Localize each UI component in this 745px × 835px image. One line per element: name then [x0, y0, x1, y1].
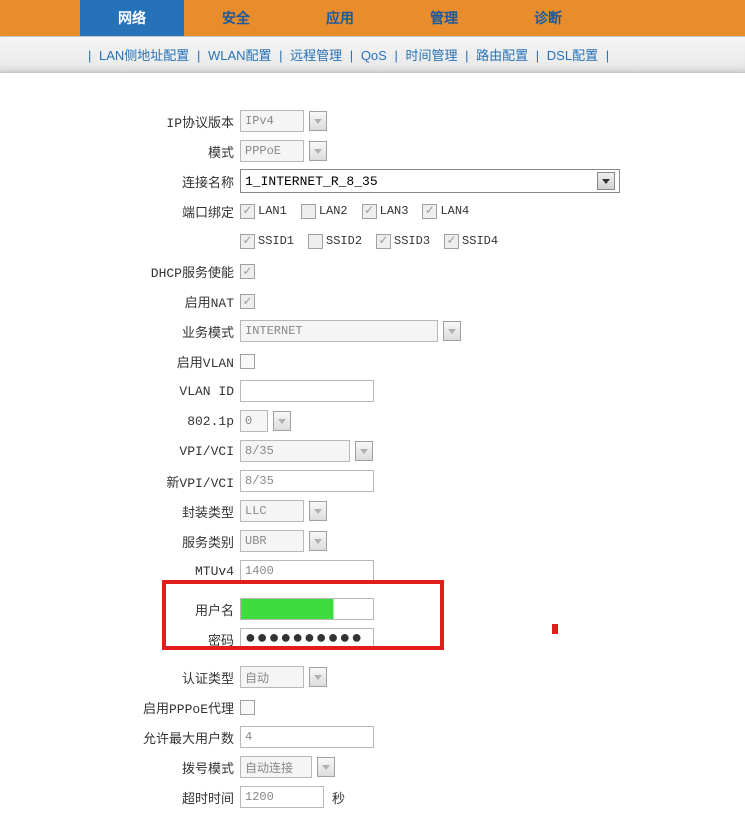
dropdown-icon[interactable] — [317, 757, 335, 777]
dropdown-icon[interactable] — [309, 531, 327, 551]
select-ip-version[interactable]: IPv4 — [240, 110, 304, 132]
subnav-route[interactable]: 路由配置 — [476, 48, 528, 63]
label-nat: 启用NAT — [0, 292, 240, 311]
checkbox-lan2[interactable] — [301, 204, 316, 219]
label-vlan: 启用VLAN — [0, 352, 240, 371]
separator: | — [536, 48, 539, 63]
label-pwd: 密码 — [0, 630, 240, 649]
label-lan2: LAN2 — [319, 204, 348, 218]
separator: | — [350, 48, 353, 63]
label-mtu: MTUv4 — [0, 564, 240, 579]
dropdown-icon[interactable] — [355, 441, 373, 461]
top-nav: 网络 安全 应用 管理 诊断 — [0, 0, 745, 36]
subnav-wlan[interactable]: WLAN配置 — [208, 48, 272, 63]
label-user: 用户名 — [0, 600, 240, 619]
subnav-qos[interactable]: QoS — [361, 48, 387, 63]
label-dhcp: DHCP服务使能 — [0, 262, 240, 281]
label-encap: 封装类型 — [0, 502, 240, 521]
label-8021p: 802.1p — [0, 414, 240, 429]
checkbox-dhcp[interactable] — [240, 264, 255, 279]
label-ssid1: SSID1 — [258, 234, 294, 248]
label-lan4: LAN4 — [440, 204, 469, 218]
input-mtu[interactable] — [240, 560, 374, 582]
input-new-vpi-vci[interactable] — [240, 470, 374, 492]
label-mode: 模式 — [0, 142, 240, 161]
label-vlan-id: VLAN ID — [0, 384, 240, 399]
select-svc-cat[interactable]: UBR — [240, 530, 304, 552]
subnav-dsl[interactable]: DSL配置 — [547, 48, 598, 63]
label-new-vpi-vci: 新VPI/VCI — [0, 472, 240, 491]
separator: | — [394, 48, 397, 63]
label-ssid3: SSID3 — [394, 234, 430, 248]
form-area: IP协议版本 IPv4 模式 PPPoE 连接名称 1_INTERNET_R_8… — [0, 73, 745, 835]
checkbox-ssid4[interactable] — [444, 234, 459, 249]
separator: | — [606, 48, 609, 63]
label-svc-cat: 服务类别 — [0, 532, 240, 551]
checkbox-ssid2[interactable] — [308, 234, 323, 249]
checkbox-lan3[interactable] — [362, 204, 377, 219]
checkbox-lan4[interactable] — [422, 204, 437, 219]
conn-name-value: 1_INTERNET_R_8_35 — [245, 174, 378, 189]
subnav-remote[interactable]: 远程管理 — [290, 48, 342, 63]
unit-seconds: 秒 — [332, 788, 345, 807]
checkbox-nat[interactable] — [240, 294, 255, 309]
tab-app[interactable]: 应用 — [288, 0, 392, 36]
tab-network[interactable]: 网络 — [80, 0, 184, 36]
subnav-time[interactable]: 时间管理 — [405, 48, 457, 63]
select-auth[interactable]: 自动 — [240, 666, 304, 688]
input-pwd[interactable]: ●●●●●●●●●● — [240, 628, 374, 650]
label-vpi-vci: VPI/VCI — [0, 444, 240, 459]
label-lan3: LAN3 — [380, 204, 409, 218]
input-vlan-id[interactable] — [240, 380, 374, 402]
input-user[interactable] — [240, 598, 374, 620]
select-dial-mode[interactable]: 自动连接 — [240, 756, 312, 778]
checkbox-ssid1[interactable] — [240, 234, 255, 249]
dropdown-icon[interactable] — [597, 172, 615, 190]
separator: | — [88, 48, 91, 63]
input-max-users[interactable] — [240, 726, 374, 748]
checkbox-lan1[interactable] — [240, 204, 255, 219]
dropdown-icon[interactable] — [309, 667, 327, 687]
select-mode[interactable]: PPPoE — [240, 140, 304, 162]
label-lan1: LAN1 — [258, 204, 287, 218]
subnav-lan[interactable]: LAN侧地址配置 — [99, 48, 189, 63]
tab-security[interactable]: 安全 — [184, 0, 288, 36]
label-ssid2: SSID2 — [326, 234, 362, 248]
select-8021p[interactable]: 0 — [240, 410, 268, 432]
label-dial-mode: 拨号模式 — [0, 758, 240, 777]
input-timeout[interactable] — [240, 786, 324, 808]
tab-manage[interactable]: 管理 — [392, 0, 496, 36]
checkbox-vlan[interactable] — [240, 354, 255, 369]
label-port-bind: 端口绑定 — [0, 202, 240, 221]
dropdown-icon[interactable] — [309, 111, 327, 131]
label-ip-version: IP协议版本 — [0, 112, 240, 131]
select-conn-name[interactable]: 1_INTERNET_R_8_35 — [240, 169, 620, 193]
checkbox-ssid3[interactable] — [376, 234, 391, 249]
tab-diag[interactable]: 诊断 — [496, 0, 600, 36]
label-svc-mode: 业务模式 — [0, 322, 240, 341]
separator: | — [465, 48, 468, 63]
sub-nav: | LAN侧地址配置 | WLAN配置 | 远程管理 | QoS | 时间管理 … — [0, 36, 745, 73]
separator: | — [279, 48, 282, 63]
checkbox-pppoe-proxy[interactable] — [240, 700, 255, 715]
dropdown-icon[interactable] — [309, 501, 327, 521]
select-svc-mode[interactable]: INTERNET — [240, 320, 438, 342]
label-pppoe-proxy: 启用PPPoE代理 — [0, 698, 240, 717]
separator: | — [197, 48, 200, 63]
label-auth: 认证类型 — [0, 668, 240, 687]
label-ssid4: SSID4 — [462, 234, 498, 248]
select-vpi-vci[interactable]: 8/35 — [240, 440, 350, 462]
dropdown-icon[interactable] — [443, 321, 461, 341]
dropdown-icon[interactable] — [309, 141, 327, 161]
red-marker — [552, 624, 558, 634]
dropdown-icon[interactable] — [273, 411, 291, 431]
select-encap[interactable]: LLC — [240, 500, 304, 522]
label-max-users: 允许最大用户数 — [0, 728, 240, 747]
label-conn-name: 连接名称 — [0, 172, 240, 191]
label-timeout: 超时时间 — [0, 788, 240, 807]
